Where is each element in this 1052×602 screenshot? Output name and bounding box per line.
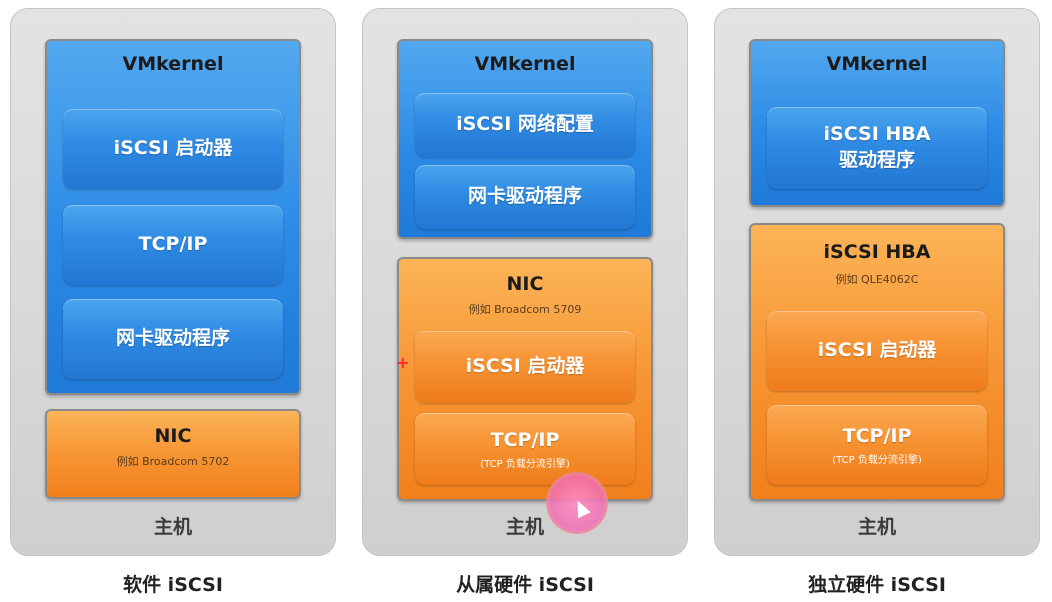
host-independent-hw: VMkernel iSCSI HBA 驱动程序 iSCSI HBA 例如 QLE… xyxy=(714,8,1040,556)
host-label: 主机 xyxy=(505,516,544,538)
host-dependent-hw: VMkernel iSCSI 网络配置 网卡驱动程序 NIC 例如 Broadc… xyxy=(362,8,688,556)
tcpip-label: TCP/IP xyxy=(138,233,208,256)
host-label: 主机 xyxy=(857,516,896,538)
iscsi-network-config-label: iSCSI 网络配置 xyxy=(456,113,594,136)
caption-dependent-hw-iscsi: 从属硬件 iSCSI xyxy=(456,574,594,596)
tcpip-box: TCP/IP (TCP 负载分流引擎) xyxy=(767,405,987,485)
vmkernel-title: VMkernel xyxy=(826,53,928,75)
iscsi-initiator-box: iSCSI 启动器 xyxy=(63,109,283,189)
tcpip-label: TCP/IP xyxy=(490,428,560,451)
iscsi-initiator-label: iSCSI 启动器 xyxy=(465,355,585,378)
tcp-offload-label: (TCP 负载分流引擎) xyxy=(832,455,922,467)
tcp-offload-label: (TCP 负载分流引擎) xyxy=(480,459,570,471)
host-label: 主机 xyxy=(153,516,192,538)
vmkernel-title: VMkernel xyxy=(122,53,224,75)
iscsi-hba-driver-label: iSCSI HBA 驱动程序 xyxy=(823,123,931,171)
vmkernel-panel: VMkernel iSCSI HBA 驱动程序 xyxy=(749,39,1005,207)
iscsi-hba-driver-box: iSCSI HBA 驱动程序 xyxy=(767,107,987,189)
caption-independent-hw-iscsi: 独立硬件 iSCSI xyxy=(808,574,946,596)
tcpip-label: TCP/IP xyxy=(842,424,912,447)
tcpip-box: TCP/IP xyxy=(63,205,283,285)
iscsi-initiator-box: iSCSI 启动器 xyxy=(415,331,635,403)
vmkernel-panel: VMkernel iSCSI 网络配置 网卡驱动程序 xyxy=(397,39,653,239)
iscsi-hba-title: iSCSI HBA xyxy=(823,241,931,263)
nic-panel: NIC 例如 Broadcom 5709 iSCSI 启动器 TCP/IP (T… xyxy=(397,257,653,501)
nic-driver-label: 网卡驱动程序 xyxy=(115,327,230,350)
nic-title: NIC xyxy=(154,425,192,447)
iscsi-hba-subtitle: 例如 QLE4062C xyxy=(835,273,919,286)
iscsi-network-config-box: iSCSI 网络配置 xyxy=(415,93,635,157)
vmkernel-title: VMkernel xyxy=(474,53,576,75)
nic-panel: NIC 例如 Broadcom 5702 xyxy=(45,409,301,499)
iscsi-initiator-label: iSCSI 启动器 xyxy=(817,339,937,362)
tcpip-box: TCP/IP (TCP 负载分流引擎) xyxy=(415,413,635,485)
iscsi-hba-panel: iSCSI HBA 例如 QLE4062C iSCSI 启动器 TCP/IP (… xyxy=(749,223,1005,501)
nic-subtitle: 例如 Broadcom 5702 xyxy=(116,455,230,468)
iscsi-initiator-label: iSCSI 启动器 xyxy=(113,137,233,160)
nic-driver-label: 网卡驱动程序 xyxy=(467,185,582,208)
nic-driver-box: 网卡驱动程序 xyxy=(415,165,635,229)
crosshair-icon: + xyxy=(396,353,410,372)
nic-driver-box: 网卡驱动程序 xyxy=(63,299,283,379)
host-software: VMkernel iSCSI 启动器 TCP/IP 网卡驱动程序 NIC 例如 … xyxy=(10,8,336,556)
vmkernel-panel: VMkernel iSCSI 启动器 TCP/IP 网卡驱动程序 xyxy=(45,39,301,395)
nic-title: NIC xyxy=(506,273,544,295)
nic-subtitle: 例如 Broadcom 5709 xyxy=(468,303,582,316)
caption-software-iscsi: 软件 iSCSI xyxy=(123,574,223,596)
iscsi-initiator-box: iSCSI 启动器 xyxy=(767,311,987,391)
